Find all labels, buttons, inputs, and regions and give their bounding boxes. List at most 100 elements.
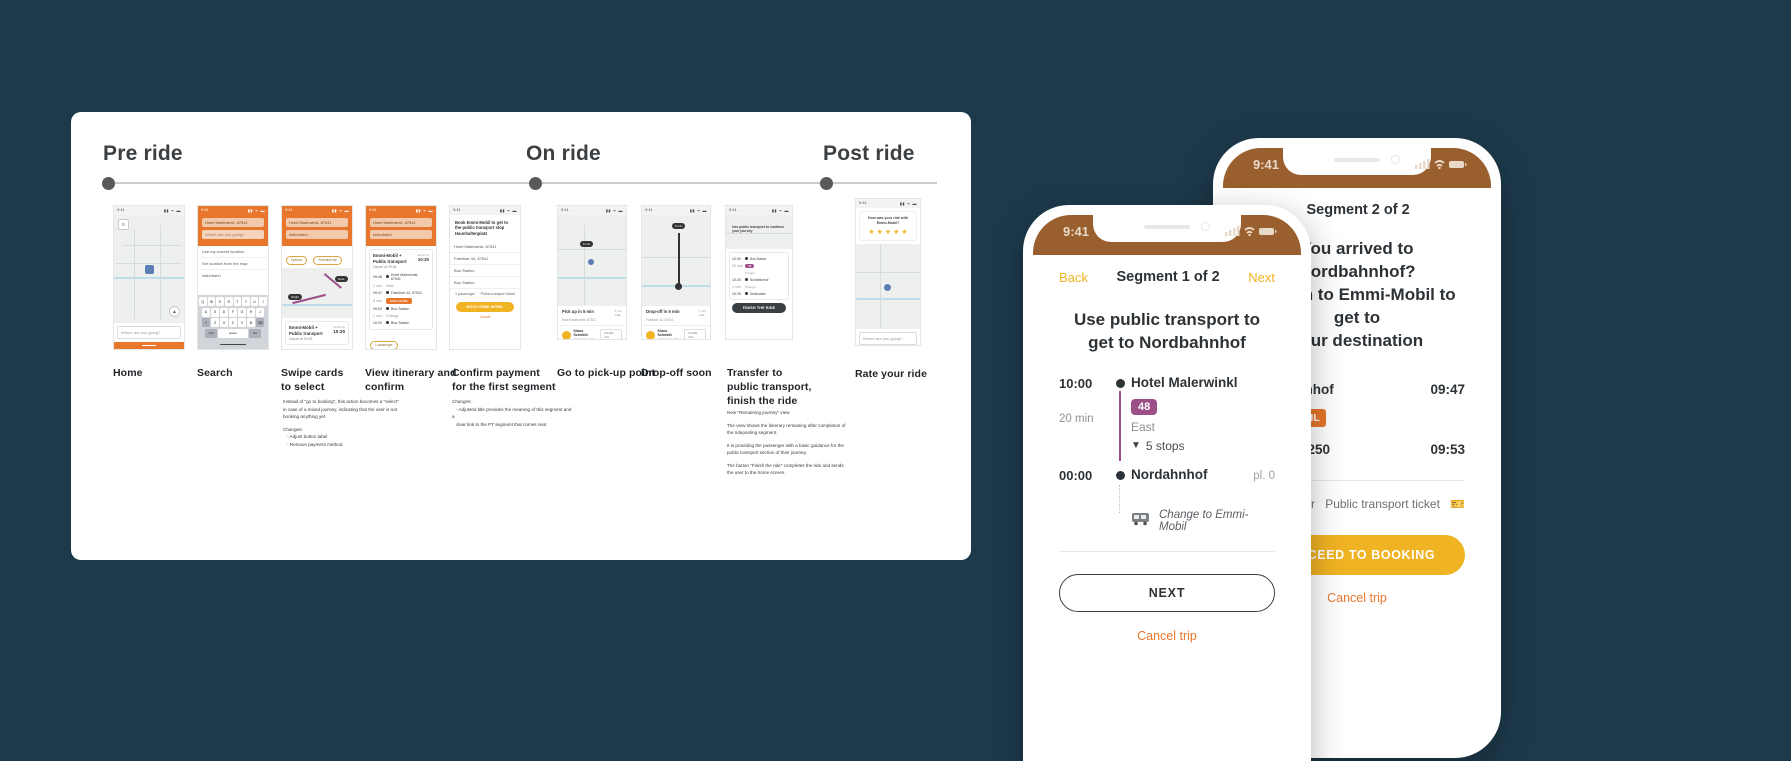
stop-dot-icon — [1109, 467, 1131, 480]
caption-dropoff-soon: Drop-off soon — [641, 367, 712, 379]
page-heading: Use public transport to get to Nordbahnh… — [1073, 310, 1261, 352]
current-location-marker — [884, 284, 891, 292]
itinerary-destination: 00:00 Nordahnhof pl. 0 — [1059, 467, 1275, 483]
itinerary-leg: 20 min 48 East ▼ 5 stops — [1059, 390, 1275, 461]
mock-view-itinerary: 9:41 ▮▮ ᯤ ▬ Hotel Malerwinkl, 87541 Isid… — [365, 205, 437, 350]
bus-icon — [1131, 512, 1150, 529]
itinerary-row: 1 min Walk — [373, 283, 394, 288]
mock-statusbar: 9:41 ▮▮ ᯤ ▬ — [642, 206, 710, 215]
timeline-track — [108, 182, 937, 184]
home-map — [856, 244, 920, 330]
stops-expander[interactable]: ▼ 5 stops — [1131, 439, 1185, 453]
booking-origin-row: Hotel Malerwinkl, 87541 — [450, 241, 520, 253]
keyboard-row: QWERTYUI — [199, 297, 267, 306]
timeline-dot-on-ride — [529, 177, 542, 190]
booking-itin-row: Bus Station — [450, 277, 520, 289]
change-note: Change to Emmi-Mobil — [1059, 509, 1275, 533]
service-banner[interactable]: Ridepooling is operating! Until Friday 1… — [114, 342, 184, 350]
origin-field[interactable]: Hotel Malerwinkl, 87541 — [370, 218, 432, 227]
annotation-swipe-cards: Instead of "go to booking", this action … — [283, 398, 403, 448]
itinerary-row: 20 min 48 — [732, 262, 786, 269]
mock-statusbar: 9:41 ▮▮ ᯤ ▬ — [726, 206, 792, 215]
itinerary-row: 09:48 Hotel Malerwinkl, 87541 — [373, 272, 419, 281]
phone-screen: 9:41 Back Segment 1 of 2 Next Use public… — [1033, 215, 1301, 761]
depart-time: Depart at 09:48 — [373, 265, 397, 269]
timeline-dot-pre-ride — [102, 177, 115, 190]
banner-title: Ridepooling is operating! — [117, 349, 181, 350]
dotted-connector — [1119, 484, 1120, 513]
camera-icon — [1201, 222, 1210, 231]
annotation-line: The view shows the itinerary remaining a… — [727, 422, 846, 436]
origin-time: 10:00 — [1059, 375, 1093, 391]
status-icons: ▮▮ ᯤ ▬ — [771, 208, 789, 213]
booking-itin-row: Bus Station — [450, 265, 520, 277]
chip-schedule[interactable]: Schedule trip — [313, 255, 343, 265]
finish-ride-button[interactable]: FINISH THE RIDE — [732, 303, 786, 313]
mock-statusbar: 9:41 ▮▮ ᯤ ▬ — [450, 206, 520, 215]
keyboard-row: ASDFGHJ — [199, 307, 267, 317]
origin-field[interactable]: Hotel Malerwinkl, 87541 — [286, 218, 348, 227]
next-button[interactable]: NEXT — [1059, 573, 1275, 612]
key-123[interactable]: 123 — [205, 328, 217, 338]
book-button[interactable]: BOOK EMMI-MOBIL — [456, 301, 514, 312]
speaker-grille — [1334, 158, 1380, 162]
status-icons — [1225, 225, 1277, 240]
next-link[interactable]: Next — [1248, 270, 1275, 285]
itinerary-row: 10:20 Nordbahnhof — [732, 277, 769, 282]
plate-number: OA-EM 123 — [684, 329, 706, 339]
vehicle-marker — [675, 283, 682, 290]
annotation-line: The button "Finish the ride" completes t… — [727, 462, 844, 476]
notch — [1283, 148, 1431, 175]
search-input[interactable]: Where are you going? — [859, 332, 917, 345]
status-time: 9:41 — [201, 207, 209, 212]
key-go[interactable]: Go — [249, 328, 261, 338]
caption-view-itinerary: View itinerary and confirm — [365, 367, 457, 394]
status-time: 9:41 — [729, 207, 737, 212]
status-time: 9:41 — [561, 207, 569, 212]
mock-statusbar: 9:41 ▮▮ ᯤ ▬ — [558, 206, 626, 215]
camera-icon — [1391, 155, 1400, 164]
dropoff-pin-label: 5 min — [672, 223, 686, 229]
status-time: 9:41 — [645, 207, 653, 212]
destination-field[interactable]: Isidorbahn — [286, 230, 348, 239]
origin-field[interactable]: Hotel Malerwinkl, 87541 — [202, 218, 264, 227]
status-icons: ▮▮ ᯤ ▬ — [331, 208, 349, 213]
mock-home: 9:41 ▮▮ ᯤ ▬ ≡ ▲ Where are you going? Rid… — [113, 205, 185, 350]
back-button[interactable]: Back — [1059, 270, 1088, 285]
status-icons: ▮▮ ᯤ ▬ — [415, 208, 433, 213]
menu-icon[interactable]: ≡ — [118, 219, 129, 230]
annotation-confirm-payment: Changes: - Adjusted title provides the m… — [452, 398, 572, 428]
option-suggestion[interactable]: Isidorbahn — [198, 270, 268, 281]
itinerary-row: 1 min Change — [373, 313, 399, 318]
caption-swipe-cards: Swipe cards to select — [281, 367, 344, 394]
keyboard-row: 123 space Go — [199, 328, 267, 338]
status-time: 9:41 — [369, 207, 377, 212]
status-bar: 9:41 — [1033, 215, 1301, 255]
chip-options[interactable]: Options — [286, 255, 307, 265]
destination-field[interactable]: Where are you going? — [202, 230, 264, 239]
leg-direction: East — [1131, 419, 1156, 434]
cancel-link[interactable]: Cancel — [450, 315, 520, 319]
search-input[interactable]: Where are you going? — [117, 326, 181, 339]
keyboard-row: ⇧ Z X C V B ⌫ — [199, 318, 267, 327]
pickup-title: Pick up in 5 min — [562, 309, 594, 314]
option-current-location[interactable]: Use my current location — [198, 246, 268, 258]
locate-me-icon[interactable]: ▲ — [169, 306, 180, 317]
destination-name: Nordahnhof — [1131, 466, 1208, 482]
signal-wifi-battery-icons — [1225, 226, 1277, 237]
key-space[interactable]: space — [218, 328, 248, 338]
mock-pickup: 9:41 ▮▮ ᯤ ▬ 5 min Pick up in 5 min 5 min… — [557, 205, 627, 340]
passenger-pill[interactable]: 1 passenger — [370, 340, 398, 349]
map-view: ≡ ▲ — [114, 215, 184, 323]
status-icons: ▮▮ ᯤ ▬ — [499, 208, 517, 213]
option-set-from-map[interactable]: Set location from the map — [198, 258, 268, 270]
journey-card[interactable]: Emmi-Mobil + Public transport arrive by … — [285, 321, 349, 345]
driver-car: Volkswagen T6 — [657, 337, 678, 340]
rating-stars[interactable]: ★ ★ ★ ★ ★ — [864, 228, 912, 236]
keyboard[interactable]: QWERTYUI ASDFGHJ ⇧ Z X C V B ⌫ 123 space Go — [198, 295, 268, 349]
passenger-count: 1 passenger — [455, 291, 475, 296]
cancel-trip-link[interactable]: Cancel trip — [1059, 629, 1275, 643]
depart-time: Depart at 09:48 — [289, 337, 313, 341]
route-line — [678, 233, 680, 285]
destination-field[interactable]: Isidorbahn — [370, 230, 432, 239]
